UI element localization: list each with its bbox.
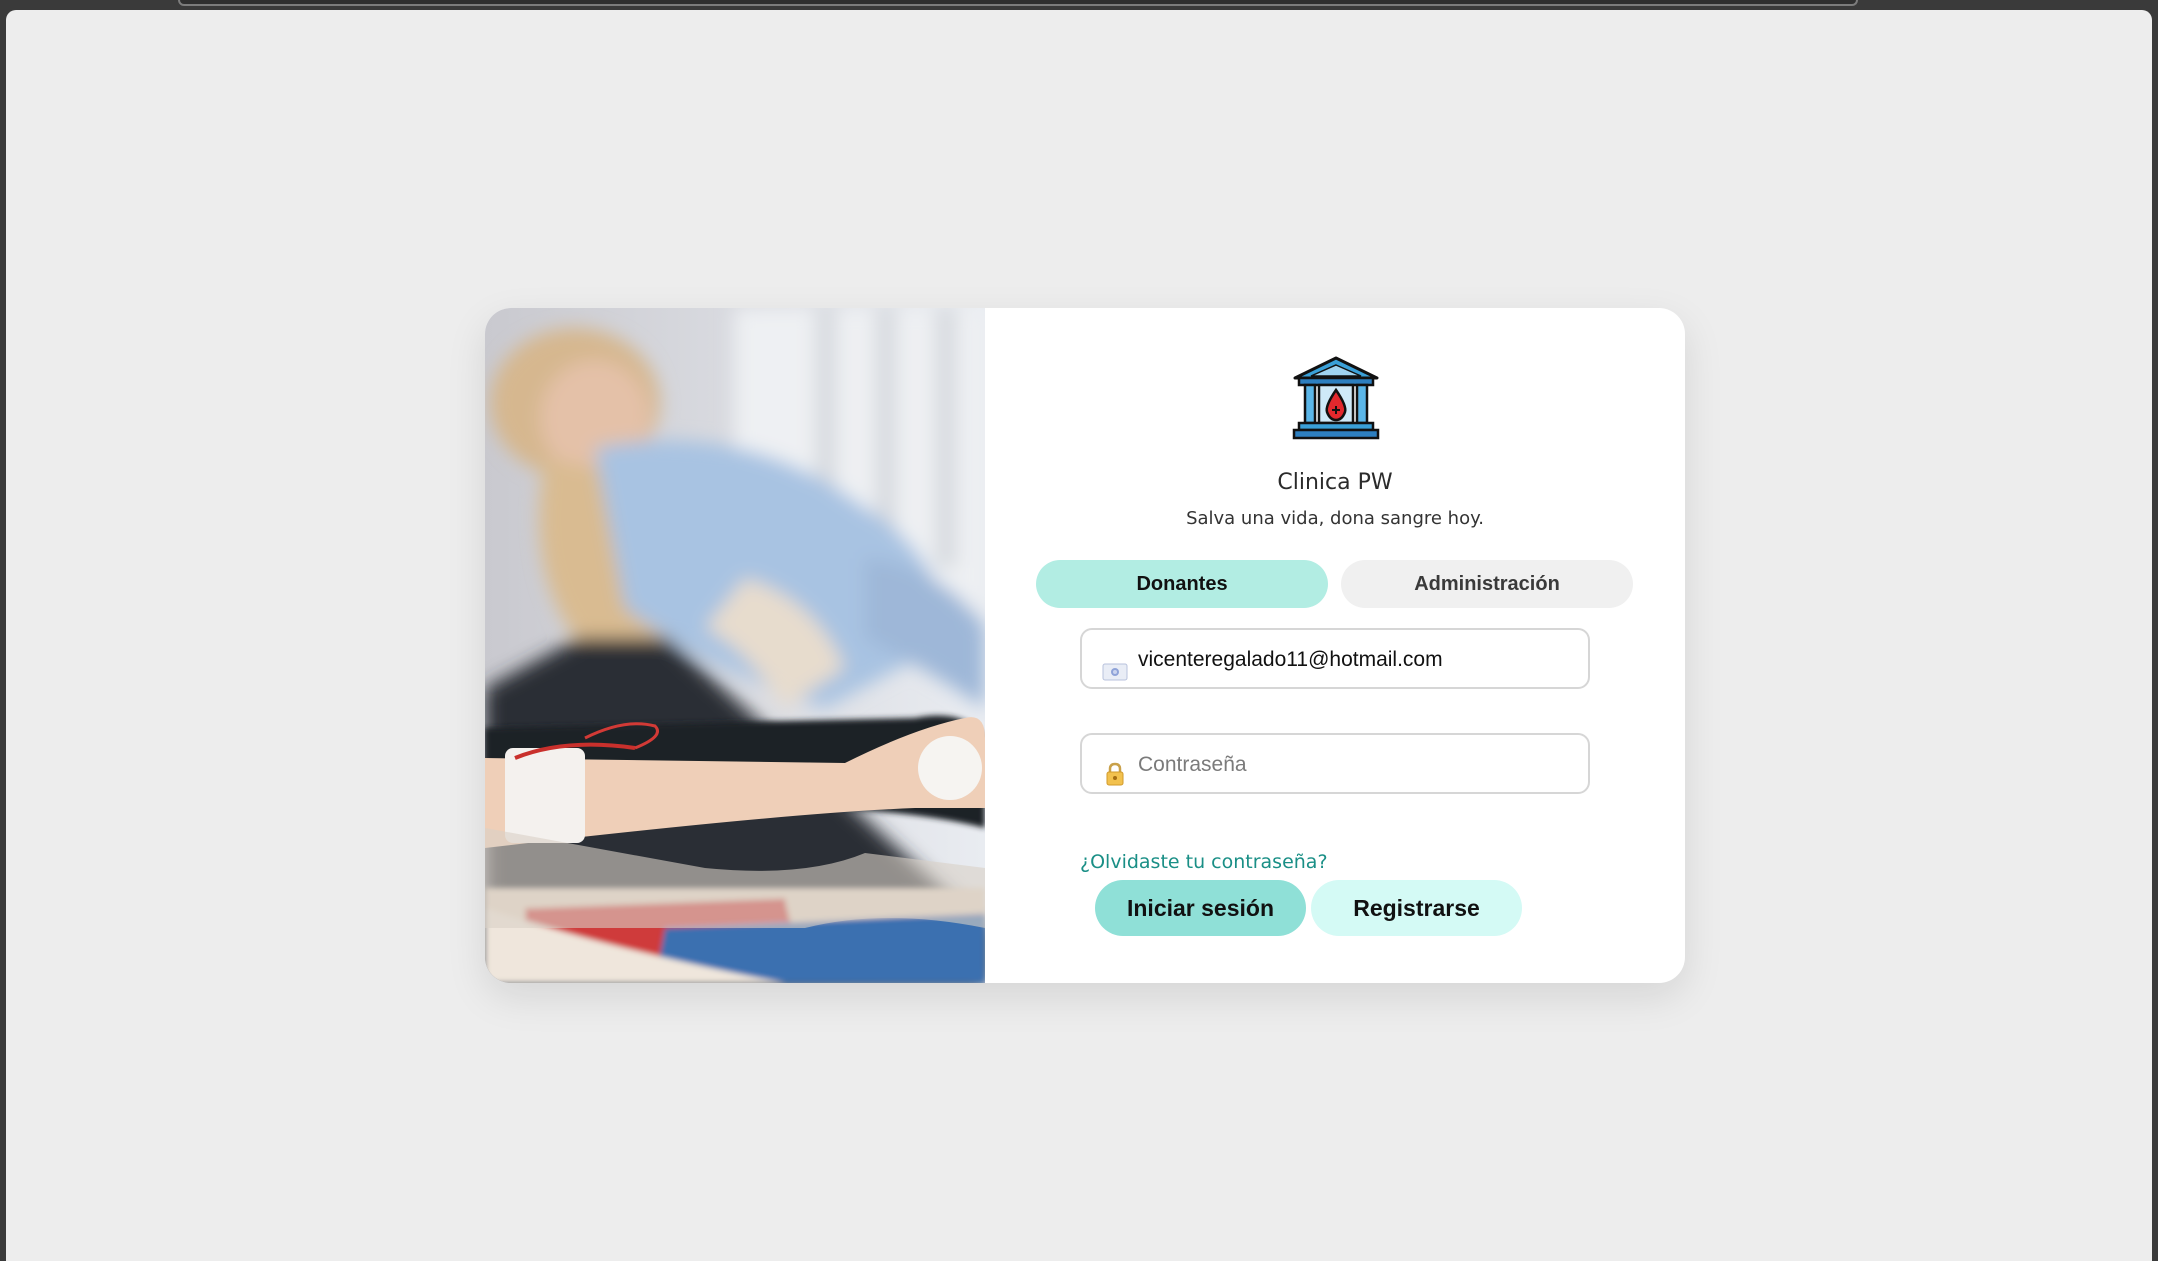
tab-donantes[interactable]: Donantes — [1036, 560, 1328, 608]
tab-administracion[interactable]: Administración — [1341, 560, 1633, 608]
page-viewport: Clinica PW Salva una vida, dona sangre h… — [6, 10, 2152, 1261]
forgot-password-link[interactable]: ¿Olvidaste tu contraseña? — [1080, 851, 1328, 873]
email-input[interactable] — [1138, 640, 1568, 680]
clinic-tagline: Salva una vida, dona sangre hoy. — [1186, 508, 1484, 529]
register-button[interactable]: Registrarse — [1311, 880, 1522, 936]
blood-donation-photo — [485, 308, 985, 983]
clinic-name: Clinica PW — [1277, 470, 1393, 495]
email-field[interactable] — [1080, 628, 1590, 689]
id-card-icon — [1102, 660, 1128, 682]
blood-bank-logo-icon — [1291, 354, 1381, 442]
lock-icon — [1102, 762, 1128, 787]
login-card: Clinica PW Salva una vida, dona sangre h… — [485, 308, 1685, 983]
password-field[interactable] — [1080, 733, 1590, 794]
login-button[interactable]: Iniciar sesión — [1095, 880, 1306, 936]
browser-top-bar — [0, 0, 2158, 9]
browser-tab-strip — [178, 0, 1858, 6]
login-form: Clinica PW Salva una vida, dona sangre h… — [985, 308, 1685, 983]
password-input[interactable] — [1138, 745, 1568, 785]
